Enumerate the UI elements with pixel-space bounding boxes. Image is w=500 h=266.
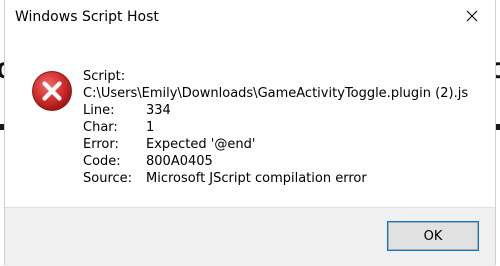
- code-row: Code: 800A0405: [83, 153, 468, 170]
- source-value: Microsoft JScript compilation error: [146, 171, 367, 186]
- char-row: Char: 1: [83, 119, 468, 136]
- script-label: Script:: [83, 69, 126, 84]
- close-icon: [466, 10, 478, 22]
- title-bar[interactable]: Windows Script Host: [5, 0, 495, 36]
- script-error-dialog: Windows Script Host Script: C:\Users\Emi…: [4, 0, 496, 266]
- error-label: Error:: [83, 137, 119, 152]
- error-icon: [32, 71, 72, 111]
- line-value: 334: [146, 103, 171, 118]
- source-row: Source: Microsoft JScript compilation err…: [83, 170, 468, 187]
- button-bar: OK: [5, 207, 495, 266]
- code-label: Code:: [83, 154, 121, 169]
- error-message: Script: C:\Users\Emily\Downloads\GameAct…: [83, 68, 468, 187]
- background-app-mark-right: [496, 124, 500, 130]
- window-title: Windows Script Host: [15, 9, 159, 25]
- code-value: 800A0405: [146, 154, 213, 169]
- close-button[interactable]: [449, 0, 495, 32]
- ok-button-label: OK: [423, 228, 443, 244]
- line-label: Line:: [83, 103, 115, 118]
- source-label: Source:: [83, 171, 133, 186]
- dialog-content: Script: C:\Users\Emily\Downloads\GameAct…: [5, 36, 495, 206]
- line-row: Line: 334: [83, 102, 468, 119]
- ok-button[interactable]: OK: [387, 221, 479, 251]
- script-path: C:\Users\Emily\Downloads\GameActivityTog…: [83, 86, 469, 101]
- error-row: Error: Expected '@end': [83, 136, 468, 153]
- char-label: Char:: [83, 120, 118, 135]
- char-value: 1: [146, 120, 155, 135]
- error-value: Expected '@end': [146, 137, 256, 152]
